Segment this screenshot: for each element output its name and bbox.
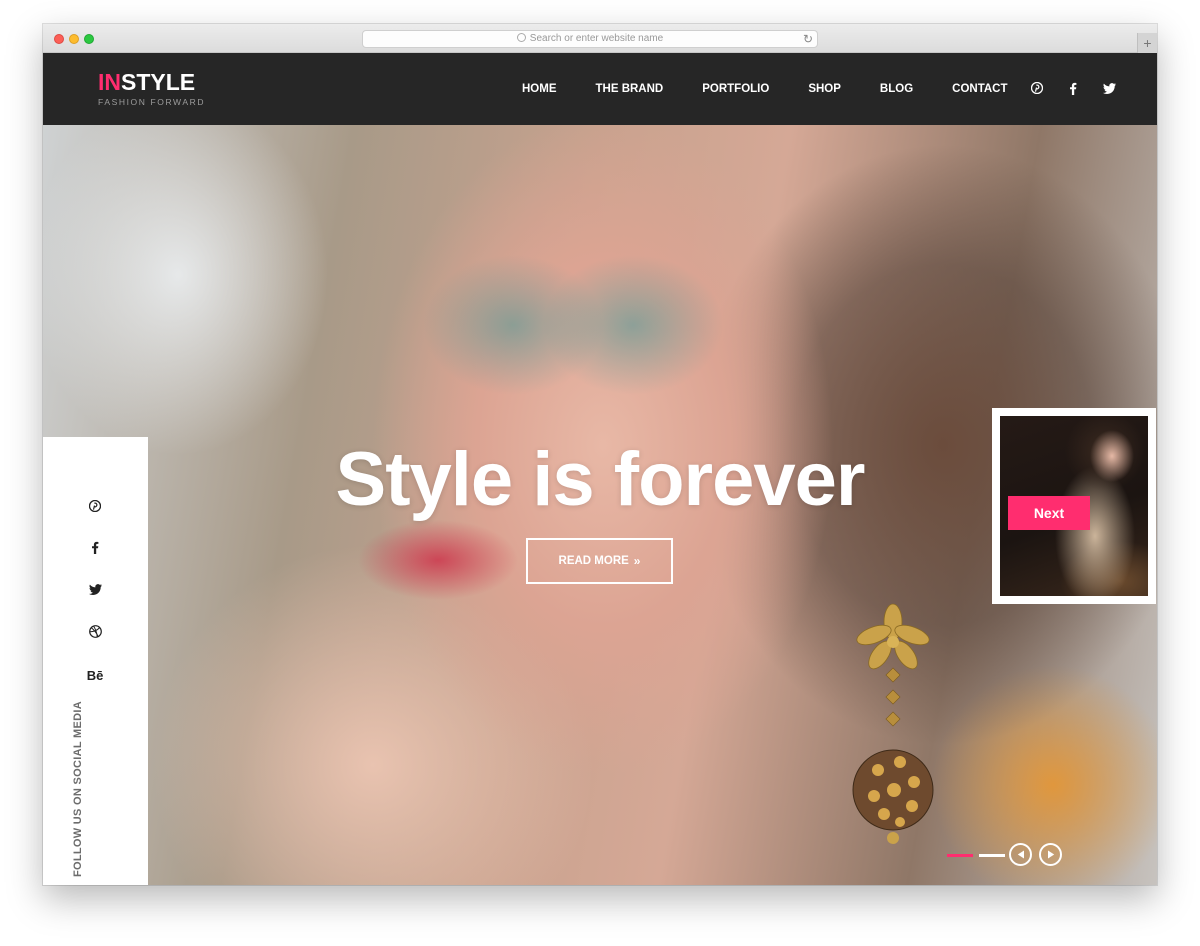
hero-title: Style is forever — [335, 437, 866, 522]
nav-blog[interactable]: BLOG — [880, 82, 913, 96]
nav-shop[interactable]: SHOP — [808, 82, 841, 96]
nav-home[interactable]: HOME — [522, 82, 557, 96]
close-window-button[interactable] — [54, 34, 64, 44]
twitter-icon[interactable] — [87, 581, 103, 597]
earring-illustration — [852, 603, 934, 844]
next-slide-button[interactable] — [1039, 843, 1062, 866]
browser-toolbar: Search or enter website name ↻ + — [43, 24, 1157, 53]
address-bar[interactable]: Search or enter website name ↻ — [362, 30, 818, 48]
minimize-window-button[interactable] — [69, 34, 79, 44]
pinterest-icon[interactable] — [1030, 81, 1044, 95]
main-nav: HOME THE BRAND PORTFOLIO SHOP BLOG CONTA… — [522, 82, 1047, 96]
site-header: INSTYLE FASHION FORWARD HOME THE BRAND P… — [43, 53, 1157, 125]
behance-icon[interactable]: Bē — [84, 667, 106, 683]
next-slide-label: Next — [1008, 496, 1090, 530]
address-placeholder: Search or enter website name — [529, 33, 664, 44]
next-slide-preview[interactable]: Next — [992, 408, 1156, 604]
nav-portfolio[interactable]: PORTFOLIO — [702, 82, 769, 96]
triangle-left-icon — [1017, 850, 1024, 859]
next-slide-thumbnail: Next — [1000, 416, 1148, 596]
browser-window: Search or enter website name ↻ + INSTYLE… — [43, 24, 1157, 885]
slide-indicator[interactable] — [979, 854, 1005, 857]
twitter-icon[interactable] — [1102, 81, 1116, 95]
header-social-links — [1030, 81, 1138, 95]
nav-contact[interactable]: CONTACT — [952, 82, 1007, 96]
read-more-label: READ MORE — [558, 555, 629, 567]
new-tab-button[interactable]: + — [1137, 33, 1157, 53]
dribbble-icon[interactable] — [87, 623, 103, 639]
facebook-icon[interactable] — [87, 539, 103, 555]
logo-accent-text: IN — [98, 69, 121, 95]
search-icon — [516, 33, 526, 42]
read-more-button[interactable]: READ MORE » — [526, 538, 673, 584]
pinterest-icon[interactable] — [87, 498, 103, 514]
previous-slide-button[interactable] — [1009, 843, 1032, 866]
hero-slider: Style is forever READ MORE » Bē FOLLOW U… — [43, 125, 1157, 885]
logo[interactable]: INSTYLE FASHION FORWARD — [98, 70, 205, 107]
logo-rest-text: STYLE — [121, 69, 196, 95]
triangle-right-icon — [1047, 850, 1054, 859]
facebook-icon[interactable] — [1066, 81, 1080, 95]
social-sidebar: Bē FOLLOW US ON SOCIAL MEDIA — [43, 437, 148, 885]
zoom-window-button[interactable] — [84, 34, 94, 44]
reload-icon[interactable]: ↻ — [803, 31, 813, 47]
nav-the-brand[interactable]: THE BRAND — [596, 82, 664, 96]
logo-tagline: FASHION FORWARD — [98, 97, 206, 107]
logo-text: INSTYLE — [98, 70, 205, 94]
slide-indicator-active[interactable] — [947, 854, 973, 857]
follow-us-text: FOLLOW US ON SOCIAL MEDIA — [72, 701, 84, 877]
double-chevron-right-icon: » — [633, 554, 641, 568]
